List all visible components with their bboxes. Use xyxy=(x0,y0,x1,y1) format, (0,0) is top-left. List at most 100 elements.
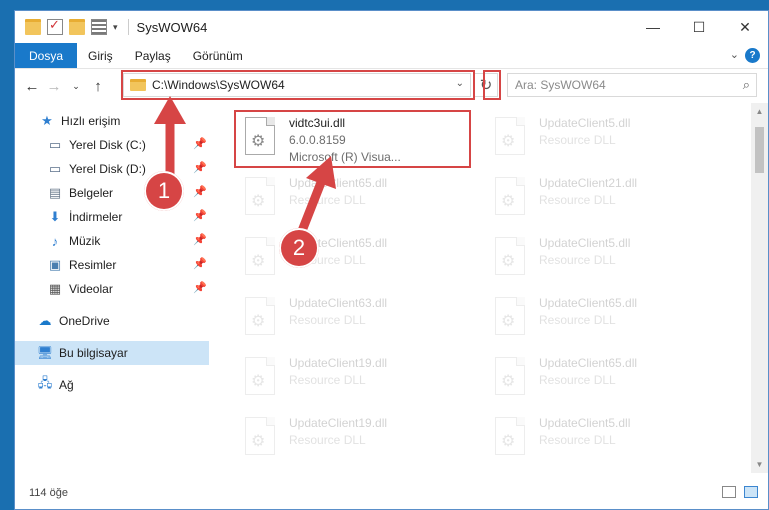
dll-file-icon: ⚙ xyxy=(241,417,281,463)
address-highlight-box xyxy=(121,70,475,100)
file-name: UpdateClient5.dll xyxy=(539,236,631,250)
file-tile[interactable]: ⚙ UpdateClient65.dll Resource DLL xyxy=(485,353,715,411)
videos-icon: ▦ xyxy=(48,281,62,296)
sidebar-item-label: Belgeler xyxy=(69,186,114,200)
drive-icon: ▭ xyxy=(48,137,62,152)
sidebar-item-this-pc[interactable]: 🖥 Bu bilgisayar xyxy=(15,341,209,365)
sidebar-item-label: Resimler xyxy=(69,258,117,272)
file-tile[interactable]: ⚙ UpdateClient5.dll Resource DLL xyxy=(485,113,715,171)
back-icon[interactable]: ← xyxy=(21,78,43,95)
tab-file[interactable]: Dosya xyxy=(15,43,78,68)
dll-file-icon: ⚙ xyxy=(241,357,281,403)
sidebar-item-quick-access[interactable]: ★ Hızlı erişim xyxy=(15,109,209,133)
file-description: Resource DLL xyxy=(539,373,616,387)
drive-icon: ▭ xyxy=(48,161,62,176)
file-description: Resource DLL xyxy=(289,433,366,447)
pin-icon[interactable]: 📌 xyxy=(193,281,207,294)
sidebar-item-label: Müzik xyxy=(69,234,101,248)
network-icon: 🖧 xyxy=(37,375,53,390)
dll-file-icon: ⚙ xyxy=(241,177,281,223)
sidebar-item-network[interactable]: 🖧 Ağ xyxy=(15,373,209,397)
details-view-icon[interactable] xyxy=(722,486,736,498)
divider xyxy=(127,19,129,35)
item-count: 114 öğe xyxy=(29,487,68,499)
file-tile[interactable]: ⚙ UpdateClient63.dll Resource DLL xyxy=(235,293,465,351)
file-name: UpdateClient5.dll xyxy=(539,416,631,430)
file-description: Resource DLL xyxy=(289,193,366,207)
file-name: UpdateClient65.dll xyxy=(289,176,388,190)
search-icon[interactable]: ⌕ xyxy=(743,77,750,93)
file-tile[interactable]: ⚙ UpdateClient21.dll Resource DLL xyxy=(485,173,715,231)
file-name: UpdateClient19.dll xyxy=(289,356,388,370)
search-placeholder: Ara: SysWOW64 xyxy=(515,78,606,92)
sidebar-item-videos[interactable]: ▦ Videolar 📌 xyxy=(15,277,209,301)
file-tile[interactable]: ⚙ UpdateClient5.dll Resource DLL xyxy=(485,233,715,291)
sidebar-item-label: OneDrive xyxy=(59,314,110,328)
close-button[interactable]: ✕ xyxy=(722,11,768,43)
help-icon[interactable]: ? xyxy=(745,48,760,63)
navigation-pane: ★ Hızlı erişim ▭ Yerel Disk (C:) 📌 ▭ Yer… xyxy=(15,109,211,469)
documents-icon: ▤ xyxy=(48,185,62,200)
scroll-up-icon[interactable]: ▲ xyxy=(751,103,768,120)
pin-icon[interactable]: 📌 xyxy=(193,137,207,150)
sidebar-item-music[interactable]: ♪ Müzik 📌 xyxy=(15,229,209,253)
tab-share[interactable]: Paylaş xyxy=(124,43,182,68)
pin-icon[interactable]: 📌 xyxy=(193,257,207,270)
dll-file-icon: ⚙ xyxy=(241,237,281,283)
dll-file-icon: ⚙ xyxy=(241,297,281,343)
file-name: UpdateClient19.dll xyxy=(289,416,388,430)
forward-icon[interactable]: → xyxy=(43,78,65,95)
dll-file-icon: ⚙ xyxy=(491,357,531,403)
file-description: Resource DLL xyxy=(539,253,616,267)
pin-icon[interactable]: 📌 xyxy=(193,209,207,222)
minimize-button[interactable]: — xyxy=(630,11,676,43)
window-title: SysWOW64 xyxy=(136,19,208,35)
maximize-button[interactable]: ☐ xyxy=(676,11,722,43)
properties-check-icon[interactable] xyxy=(47,17,63,35)
file-description: Resource DLL xyxy=(539,433,616,447)
tab-view[interactable]: Görünüm xyxy=(182,43,254,68)
recent-locations-icon[interactable]: ⌄ xyxy=(65,81,87,92)
sidebar-item-disk-c[interactable]: ▭ Yerel Disk (C:) 📌 xyxy=(15,133,209,157)
sidebar-item-disk-d[interactable]: ▭ Yerel Disk (D:) 📌 xyxy=(15,157,209,181)
file-description: Resource DLL xyxy=(539,193,616,207)
sidebar-item-label: Videolar xyxy=(69,282,113,296)
explorer-window: ▾ SysWOW64 — ☐ ✕ Dosya Giriş Paylaş Görü… xyxy=(14,10,769,510)
file-tile[interactable]: ⚙ UpdateClient65.dll Resource DLL xyxy=(485,293,715,351)
sidebar-item-downloads[interactable]: ⬇ İndirmeler 📌 xyxy=(15,205,209,229)
tab-home[interactable]: Giriş xyxy=(77,43,124,68)
sidebar-item-pictures[interactable]: ▣ Resimler 📌 xyxy=(15,253,209,277)
pin-icon[interactable]: 📌 xyxy=(193,185,207,198)
sidebar-item-onedrive[interactable]: ☁ OneDrive xyxy=(15,309,209,333)
search-input[interactable]: Ara: SysWOW64 ⌕ xyxy=(507,73,757,97)
file-name: UpdateClient65.dll xyxy=(539,356,638,370)
file-tile[interactable]: ⚙ UpdateClient65.dll Resource DLL xyxy=(235,173,465,231)
vertical-scrollbar[interactable]: ▲ ▼ xyxy=(751,103,768,473)
tiles-view-icon[interactable] xyxy=(744,486,758,498)
scroll-down-icon[interactable]: ▼ xyxy=(751,456,768,473)
sidebar-item-label: İndirmeler xyxy=(69,210,123,224)
cloud-icon: ☁ xyxy=(38,313,52,328)
file-description: Resource DLL xyxy=(289,313,366,327)
up-icon[interactable]: ↑ xyxy=(87,78,109,95)
file-tile[interactable]: ⚙ UpdateClient19.dll Resource DLL xyxy=(235,353,465,411)
file-name: UpdateClient65.dll xyxy=(539,296,638,310)
dll-file-icon: ⚙ xyxy=(491,117,531,163)
file-tile[interactable]: ⚙ UpdateClient5.dll Resource DLL xyxy=(485,413,715,471)
customize-qat-icon[interactable]: ▾ xyxy=(113,22,118,33)
music-icon: ♪ xyxy=(51,233,59,249)
sidebar-item-label: Yerel Disk (C:) xyxy=(69,138,146,152)
file-tile[interactable]: ⚙ UpdateClient65.dll Resource DLL xyxy=(235,233,465,291)
file-tile[interactable]: ⚙ UpdateClient19.dll Resource DLL xyxy=(235,413,465,471)
properties-icon[interactable] xyxy=(91,19,107,35)
star-icon: ★ xyxy=(41,113,53,128)
pin-icon[interactable]: 📌 xyxy=(193,233,207,246)
scroll-thumb[interactable] xyxy=(755,127,764,173)
dll-file-icon: ⚙ xyxy=(491,297,531,343)
pin-icon[interactable]: 📌 xyxy=(193,161,207,174)
download-icon: ⬇ xyxy=(49,209,61,224)
title-bar: ▾ SysWOW64 — ☐ ✕ xyxy=(15,11,768,43)
expand-ribbon-icon[interactable]: ⌄ xyxy=(730,48,739,63)
new-folder-icon[interactable] xyxy=(69,19,85,35)
dll-file-icon: ⚙ xyxy=(491,177,531,223)
